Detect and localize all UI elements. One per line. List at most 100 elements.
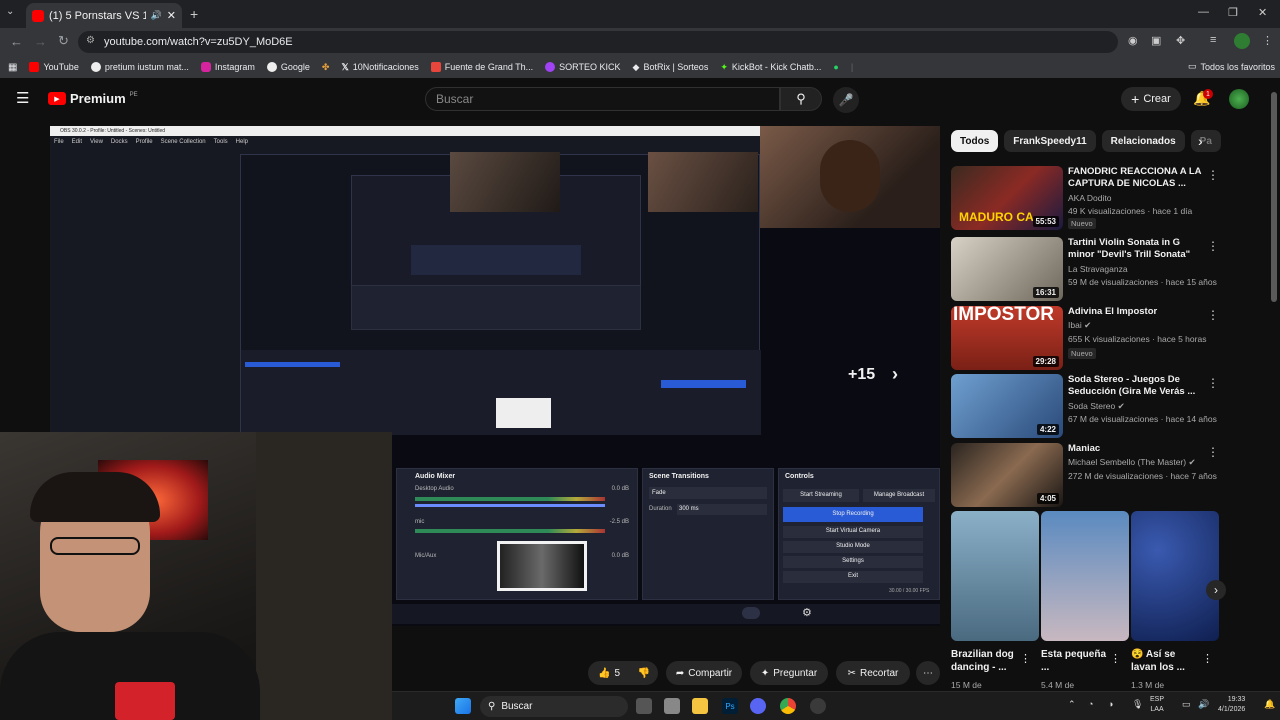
- chip-todos[interactable]: Todos: [951, 130, 999, 152]
- duration-input[interactable]: 300 ms: [677, 504, 767, 515]
- more-actions-button[interactable]: ⋯: [916, 661, 940, 685]
- chip-more[interactable]: Pa: [1190, 130, 1221, 152]
- chip-related[interactable]: Relacionados: [1101, 130, 1185, 152]
- bookmark-item[interactable]: SORTEO KICK: [545, 62, 621, 72]
- stop-recording-button[interactable]: Stop Recording: [783, 507, 923, 522]
- new-tab-icon[interactable]: +: [190, 6, 198, 22]
- recommendation-item[interactable]: 4:05 Maniac Michael Sembello (The Master…: [951, 443, 1231, 507]
- manage-broadcast-button[interactable]: Manage Broadcast: [863, 489, 935, 502]
- dislike-button[interactable]: 👎: [630, 661, 658, 685]
- settings-button[interactable]: Settings: [783, 556, 923, 568]
- bookmark-item[interactable]: YouTube: [29, 62, 79, 72]
- bookmark-item[interactable]: pretium iustum mat...: [90, 62, 189, 72]
- obs-menu-item[interactable]: File: [54, 139, 64, 145]
- bookmark-item[interactable]: ◆ BotRix | Sorteos: [633, 62, 709, 73]
- start-icon[interactable]: [455, 698, 471, 714]
- next-chevron-icon[interactable]: ›: [892, 364, 898, 385]
- recommendation-item[interactable]: IMPOSTOR 29:28 Adivina El Impostor Ibai …: [951, 306, 1231, 370]
- more-options-icon[interactable]: ⋮: [1207, 239, 1219, 253]
- apps-icon[interactable]: ▦: [8, 62, 17, 73]
- microphone-tray-icon[interactable]: 🎙: [1132, 699, 1143, 710]
- recommendation-item[interactable]: 4:22 Soda Stereo - Juegos De Seducción (…: [951, 374, 1231, 438]
- taskbar-search[interactable]: ⚲ Buscar: [480, 696, 628, 717]
- maximize-icon[interactable]: ❐: [1228, 6, 1238, 19]
- close-window-icon[interactable]: ✕: [1258, 6, 1267, 19]
- task-view-icon[interactable]: [636, 698, 652, 714]
- search-button[interactable]: ⚲: [780, 87, 822, 111]
- short-title[interactable]: Esta pequeña ...: [1041, 648, 1111, 674]
- obs-menu-item[interactable]: Tools: [214, 139, 228, 145]
- create-button[interactable]: + Crear: [1121, 87, 1181, 111]
- bookmark-item[interactable]: 𝕏 10Notificaciones: [341, 62, 418, 73]
- like-button[interactable]: 👍 5: [588, 661, 630, 685]
- app-icon[interactable]: [664, 698, 680, 714]
- close-tab-icon[interactable]: ✕: [167, 9, 176, 22]
- studio-mode-button[interactable]: Studio Mode: [783, 541, 923, 553]
- forward-icon[interactable]: →: [34, 34, 47, 49]
- short-options-icon[interactable]: ⋮: [1110, 652, 1121, 665]
- more-options-icon[interactable]: ⋮: [1207, 168, 1219, 182]
- back-icon[interactable]: ←: [10, 34, 23, 49]
- tray-app-icon[interactable]: ◔: [1088, 699, 1093, 709]
- notifications-icon[interactable]: 🔔: [1264, 699, 1275, 710]
- volume-slider[interactable]: [415, 504, 605, 507]
- account-avatar[interactable]: [1229, 89, 1249, 109]
- bookmark-item[interactable]: Fuente de Grand Th...: [430, 62, 533, 72]
- clip-button[interactable]: ✂ Recortar: [836, 661, 910, 685]
- short-options-icon[interactable]: ⋮: [1202, 652, 1213, 665]
- hamburger-menu-icon[interactable]: ☰: [16, 89, 29, 107]
- short-thumbnail[interactable]: [1131, 511, 1219, 641]
- more-options-icon[interactable]: ⋮: [1207, 308, 1219, 322]
- discord-icon[interactable]: [750, 698, 766, 714]
- speaker-icon[interactable]: 🔊: [151, 10, 162, 21]
- obs-menu-item[interactable]: Profile: [136, 139, 153, 145]
- extensions-puzzle-icon[interactable]: ✥: [1176, 34, 1185, 47]
- share-button[interactable]: ➦ Compartir: [666, 661, 742, 685]
- bookmark-item[interactable]: ✦ KickBot - Kick Chatb...: [720, 62, 821, 73]
- page-scrollbar[interactable]: [1271, 92, 1277, 302]
- input-language[interactable]: ESP LAA: [1150, 695, 1164, 715]
- photoshop-icon[interactable]: Ps: [722, 698, 738, 714]
- recommendation-item[interactable]: 16:31 Tartini Violin Sonata in G minor "…: [951, 237, 1231, 301]
- minimize-icon[interactable]: —: [1198, 6, 1209, 18]
- network-icon[interactable]: ▭: [1182, 699, 1191, 710]
- all-favorites[interactable]: ▭ Todos los favoritos: [1188, 61, 1275, 72]
- more-options-icon[interactable]: ⋮: [1207, 376, 1219, 390]
- file-explorer-icon[interactable]: [692, 698, 708, 714]
- extension-icon[interactable]: ◉: [1128, 34, 1138, 47]
- obs-menu-item[interactable]: Scene Collection: [161, 139, 206, 145]
- pinwheel-icon[interactable]: ✤: [322, 62, 330, 73]
- shorts-next-icon[interactable]: ›: [1206, 580, 1226, 600]
- chips-next-icon[interactable]: ›: [1198, 133, 1203, 149]
- recommendation-item[interactable]: MADURO CA 55:53 FANODRIC REACCIONA A LA …: [951, 166, 1231, 230]
- bookmark-item[interactable]: Google: [266, 62, 310, 72]
- obs-menu-item[interactable]: View: [90, 139, 103, 145]
- youtube-logo[interactable]: ▶ Premium PE: [48, 91, 138, 106]
- profile-avatar[interactable]: [1234, 33, 1250, 49]
- ask-button[interactable]: ✦ Preguntar: [750, 661, 828, 685]
- browser-tab[interactable]: (1) 5 Pornstars VS 100 Virgi 🔊 ✕: [26, 3, 182, 28]
- site-info-icon[interactable]: ⚙: [86, 35, 95, 46]
- chrome-icon[interactable]: [780, 698, 796, 714]
- short-thumbnail[interactable]: [1041, 511, 1129, 641]
- start-streaming-button[interactable]: Start Streaming: [783, 489, 859, 502]
- chip-channel[interactable]: FrankSpeedy11: [1004, 130, 1096, 152]
- tray-app-icon[interactable]: ◑: [1108, 699, 1113, 709]
- reload-icon[interactable]: ↻: [58, 33, 69, 49]
- start-virtual-camera-button[interactable]: Start Virtual Camera: [783, 526, 923, 538]
- short-thumbnail[interactable]: [951, 511, 1039, 641]
- whatsapp-icon[interactable]: ●: [833, 62, 838, 72]
- exit-button[interactable]: Exit: [783, 571, 923, 583]
- media-icon[interactable]: ≡: [1210, 34, 1216, 46]
- tray-chevron-icon[interactable]: ⌃: [1068, 699, 1076, 710]
- extension-icon[interactable]: ▣: [1151, 34, 1161, 47]
- obs-menu-item[interactable]: Docks: [111, 139, 128, 145]
- transition-select[interactable]: Fade: [649, 487, 767, 499]
- search-input[interactable]: Buscar: [425, 87, 780, 111]
- clock[interactable]: 19:33 4/1/2026: [1218, 695, 1245, 715]
- obs-icon[interactable]: [810, 698, 826, 714]
- short-title[interactable]: Brazilian dog dancing - ...: [951, 648, 1021, 674]
- chrome-menu-icon[interactable]: ⋮: [1262, 34, 1273, 47]
- url-field[interactable]: ⚙ youtube.com/watch?v=zu5DY_MoD6E: [78, 31, 1118, 53]
- bookmark-item[interactable]: Instagram: [200, 62, 255, 72]
